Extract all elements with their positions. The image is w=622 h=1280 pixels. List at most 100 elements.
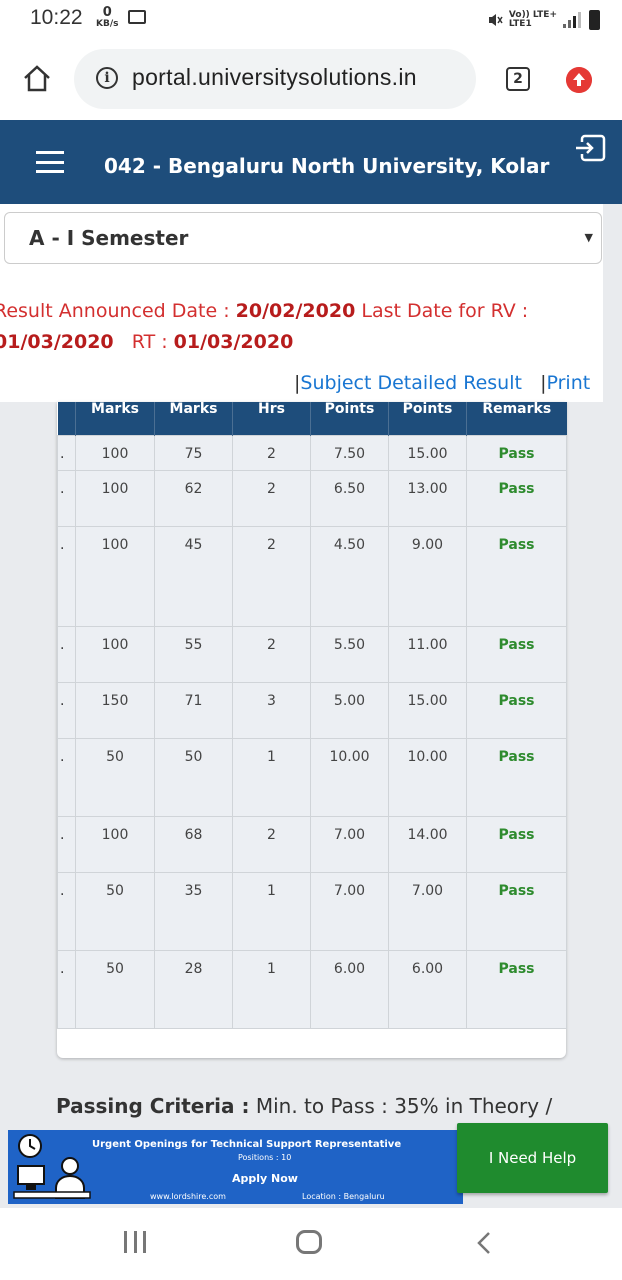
url-text: portal.universitysolutions.in <box>132 64 417 90</box>
obtained-marks-cell: 45 <box>154 526 233 627</box>
table-row: . 100 62 2 6.50 13.00 Pass <box>57 470 567 527</box>
announce-date3: 01/03/2020 <box>173 331 294 353</box>
tab-switcher-button[interactable]: 2 <box>506 67 530 91</box>
credit-hrs-cell: 2 <box>232 470 311 527</box>
subject-detailed-link[interactable]: Subject Detailed Result <box>300 372 522 394</box>
network-line2: LTE1 <box>508 19 532 29</box>
obtained-marks-cell: 50 <box>154 738 233 817</box>
credit-points-cell: 11.00 <box>388 626 467 683</box>
ad-banner[interactable]: Urgent Openings for Technical Support Re… <box>8 1130 463 1204</box>
credit-points-cell: 14.00 <box>388 816 467 873</box>
support-rep-illustration-icon <box>13 1134 91 1199</box>
remarks-cell: Pass <box>466 682 567 739</box>
data-rate: 0 KB/s <box>96 6 118 29</box>
update-icon[interactable] <box>566 67 592 93</box>
address-bar[interactable]: i portal.universitysolutions.in <box>74 49 476 109</box>
university-title: 042 - Bengaluru North University, Kolar <box>104 154 550 178</box>
max-marks-cell: 50 <box>75 738 155 817</box>
home-icon[interactable] <box>22 64 52 94</box>
max-marks-cell: 50 <box>75 872 155 951</box>
max-marks-cell: 100 <box>75 435 155 471</box>
row-marker: . <box>57 626 76 683</box>
need-help-button[interactable]: I Need Help <box>457 1123 608 1193</box>
menu-icon[interactable] <box>36 151 64 173</box>
remarks-cell: Pass <box>466 816 567 873</box>
max-marks-cell: 100 <box>75 626 155 683</box>
print-link[interactable]: Print <box>546 372 590 394</box>
obtained-marks-cell: 28 <box>154 950 233 1029</box>
col-header-credit-hrs: Hrs <box>232 402 311 436</box>
site-info-icon[interactable]: i <box>96 67 118 89</box>
remarks-cell: Pass <box>466 435 567 471</box>
max-marks-cell: 150 <box>75 682 155 739</box>
row-marker: . <box>57 872 76 951</box>
table-row: . 100 55 2 5.50 11.00 Pass <box>57 626 567 683</box>
credit-points-cell: 6.00 <box>388 950 467 1029</box>
grade-points-cell: 10.00 <box>310 738 389 817</box>
ad-cta[interactable]: Apply Now <box>232 1172 298 1185</box>
remarks-cell: Pass <box>466 872 567 951</box>
grade-points-cell: 5.00 <box>310 682 389 739</box>
credit-hrs-cell: 2 <box>232 526 311 627</box>
max-marks-cell: 50 <box>75 950 155 1029</box>
passing-criteria: Passing Criteria : Min. to Pass : 35% in… <box>56 1094 552 1118</box>
data-rate-unit: KB/s <box>96 19 119 29</box>
credit-hrs-cell: 2 <box>232 435 311 471</box>
ad-website: www.lordshire.com <box>150 1192 226 1201</box>
grade-points-cell: 4.50 <box>310 526 389 627</box>
table-row: . 100 68 2 7.00 14.00 Pass <box>57 816 567 873</box>
result-links: |Subject Detailed Result |Print <box>294 372 591 394</box>
table-row: . 50 35 1 7.00 7.00 Pass <box>57 872 567 951</box>
mute-icon <box>488 14 503 26</box>
announce-label2: Last Date for RV : <box>355 300 529 322</box>
credit-hrs-cell: 1 <box>232 738 311 817</box>
ad-positions: Positions : 10 <box>238 1153 292 1162</box>
announce-label3: RT : <box>131 331 174 353</box>
credit-points-cell: 15.00 <box>388 435 467 471</box>
credit-hrs-cell: 1 <box>232 950 311 1029</box>
chevron-down-icon: ▼ <box>584 231 593 244</box>
obtained-marks-cell: 71 <box>154 682 233 739</box>
obtained-marks-cell: 75 <box>154 435 233 471</box>
credit-hrs-cell: 2 <box>232 816 311 873</box>
table-row: . 150 71 3 5.00 15.00 Pass <box>57 682 567 739</box>
grade-points-cell: 7.00 <box>310 872 389 951</box>
col-header-grade-points: Points <box>310 402 389 436</box>
credit-points-cell: 7.00 <box>388 872 467 951</box>
back-icon[interactable] <box>474 1231 494 1255</box>
col-header-credit-points: Points <box>388 402 467 436</box>
battery-icon <box>589 10 600 30</box>
max-marks-cell: 100 <box>75 816 155 873</box>
table-row: . 100 45 2 4.50 9.00 Pass <box>57 526 567 627</box>
row-marker: . <box>57 950 76 1029</box>
row-marker: . <box>57 435 76 471</box>
remarks-cell: Pass <box>466 626 567 683</box>
col-header-0 <box>57 402 76 436</box>
grade-points-cell: 7.50 <box>310 435 389 471</box>
col-header-max-marks: Marks <box>75 402 155 436</box>
status-bar: 10:22 0 KB/s Vo)) LTE+ LTE1 <box>0 0 622 40</box>
row-marker: . <box>57 470 76 527</box>
table-row: . 50 50 1 10.00 10.00 Pass <box>57 738 567 817</box>
grade-points-cell: 5.50 <box>310 626 389 683</box>
credit-hrs-cell: 3 <box>232 682 311 739</box>
network-type: Vo)) LTE+ LTE1 <box>509 11 557 29</box>
remarks-cell: Pass <box>466 526 567 627</box>
home-button-icon[interactable] <box>296 1230 322 1254</box>
credit-hrs-cell: 1 <box>232 872 311 951</box>
browser-toolbar: i portal.universitysolutions.in 2 <box>0 40 622 120</box>
result-card: A - I Semester ▼ Result Announced Date :… <box>0 204 603 402</box>
semester-select[interactable]: A - I Semester ▼ <box>4 212 602 264</box>
semester-select-value: A - I Semester <box>29 226 189 250</box>
credit-points-cell: 13.00 <box>388 470 467 527</box>
announce-date1: 20/02/2020 <box>235 300 356 322</box>
table-header: Marks Marks Hrs Points Points Remarks <box>57 402 567 436</box>
recent-apps-icon[interactable] <box>124 1231 146 1253</box>
image-notification-icon <box>128 10 146 24</box>
logout-icon[interactable] <box>574 134 606 162</box>
row-marker: . <box>57 682 76 739</box>
obtained-marks-cell: 68 <box>154 816 233 873</box>
data-rate-value: 0 <box>102 5 112 20</box>
marks-table: Marks Marks Hrs Points Points Remarks .1… <box>57 402 567 1058</box>
remarks-cell: Pass <box>466 738 567 817</box>
